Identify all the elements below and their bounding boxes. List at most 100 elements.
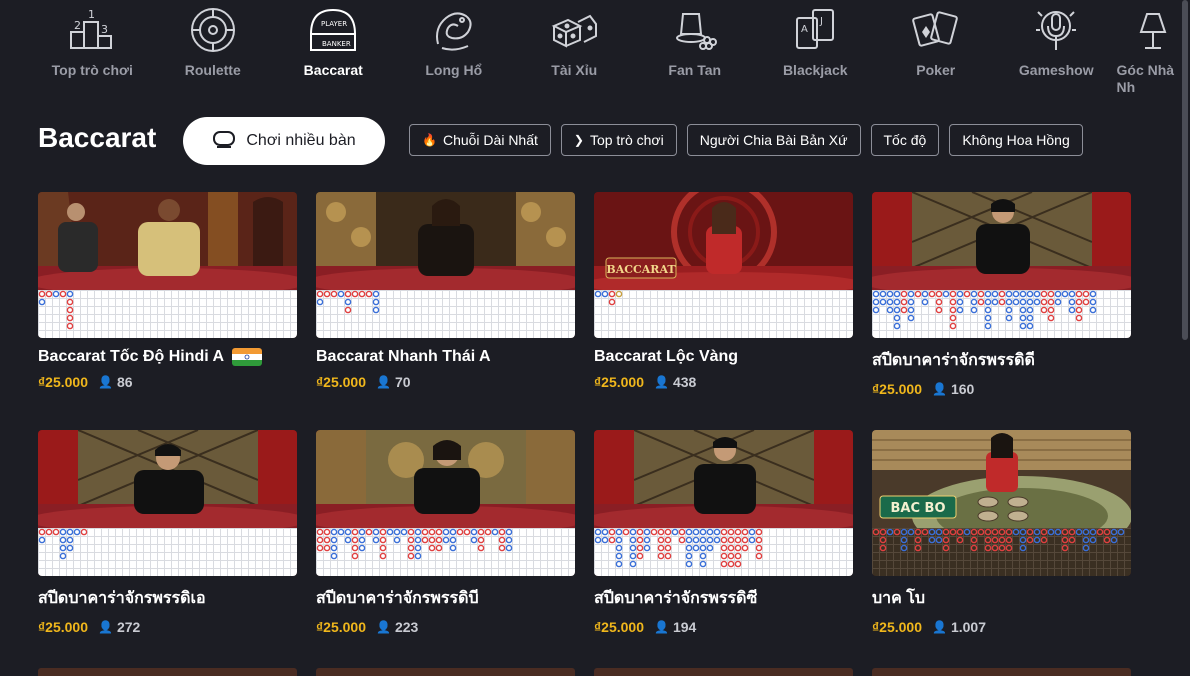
india-flag-icon — [232, 348, 263, 366]
game-thumbnail-partial[interactable] — [594, 668, 853, 676]
person-icon: 👤 — [932, 382, 947, 396]
game-title: Baccarat Tốc Độ Hindi A — [38, 348, 225, 365]
bead-mark — [316, 528, 324, 536]
bead-mark — [893, 298, 901, 306]
bead-mark — [330, 544, 338, 552]
bead-mark — [629, 544, 637, 552]
bead-mark — [316, 544, 324, 552]
game-card[interactable]: สปีดบาคาร่าจักรพรรดิเอ ₫25.000 👤 272 — [38, 430, 297, 668]
bead-mark — [872, 298, 880, 306]
filter-native-dealer[interactable]: Người Chia Bài Bản Xứ — [686, 124, 861, 156]
game-card[interactable]: สปีดบาคาร่าจักรพรรดิซี ₫25.000 👤 194 — [594, 430, 853, 668]
game-thumbnail — [316, 192, 575, 338]
bead-mark — [893, 528, 901, 536]
game-card[interactable]: Baccarat Nhanh Thái A ₫25.000 👤 70 — [316, 192, 575, 430]
nav-item-label: Top trò chơi — [51, 62, 133, 78]
bead-mark — [414, 544, 422, 552]
nav-item-label: Blackjack — [782, 62, 848, 78]
bead-mark — [879, 528, 887, 536]
bead-mark — [935, 536, 943, 544]
game-card[interactable]: สปีดบาคาร่าจักรพรรดิบี ₫25.000 👤 223 — [316, 430, 575, 668]
bead-mark — [393, 528, 401, 536]
nav-item-baccarat[interactable]: PLAYER BANKER Baccarat — [273, 0, 394, 78]
game-card[interactable]: BAC BO บาค โบ ₫25.000 👤 1.007 — [872, 430, 1131, 668]
player-count-value: 272 — [116, 619, 141, 635]
svg-text:2: 2 — [74, 19, 81, 32]
bead-mark — [1005, 528, 1013, 536]
bead-mark — [1061, 528, 1069, 536]
bead-mark — [893, 322, 901, 330]
bead-mark — [1019, 544, 1027, 552]
bead-mark — [914, 544, 922, 552]
bead-mark — [643, 528, 651, 536]
nav-item-gameshow[interactable]: Gameshow — [996, 0, 1117, 78]
bead-mark — [1033, 536, 1041, 544]
game-thumbnail-partial[interactable] — [316, 668, 575, 676]
bead-mark — [498, 536, 506, 544]
bead-mark — [664, 544, 672, 552]
bead-road-marks — [872, 528, 1125, 552]
page-scrollbar[interactable] — [1182, 0, 1188, 340]
bead-mark — [879, 544, 887, 552]
nav-item-dragon-tiger[interactable]: Long Hổ — [394, 0, 515, 78]
multi-table-button[interactable]: Chơi nhiều bàn — [183, 117, 385, 165]
nav-item-blackjack[interactable]: A J Blackjack — [755, 0, 876, 78]
bead-mark — [970, 306, 978, 314]
game-thumbnail — [38, 430, 297, 576]
bead-mark — [323, 528, 331, 536]
player-count-value: 70 — [394, 374, 411, 390]
nav-item-home-corner[interactable]: Góc Nhà Nh — [1117, 0, 1177, 96]
bead-mark — [1054, 290, 1062, 298]
bead-mark — [699, 528, 707, 536]
filter-no-commission[interactable]: Không Hoa Hồng — [949, 124, 1083, 156]
bead-mark — [1117, 528, 1125, 536]
filter-top-games[interactable]: ❯ Top trò chơi — [560, 124, 677, 156]
bead-mark — [316, 536, 324, 544]
bead-mark — [344, 536, 352, 544]
game-title: Baccarat Nhanh Thái A — [316, 348, 491, 365]
bead-mark — [879, 298, 887, 306]
filter-longest-streak[interactable]: 🔥 Chuỗi Dài Nhất — [409, 124, 551, 156]
svg-text:BACCARAT: BACCARAT — [606, 263, 676, 276]
nav-item-label: Gameshow — [1018, 62, 1094, 78]
game-title: สปีดบาคาร่าจักรพรรดิดี — [872, 352, 1035, 369]
bead-mark — [379, 552, 387, 560]
game-card[interactable]: สปีดบาคาร่าจักรพรรดิดี ₫25.000 👤 160 — [872, 192, 1131, 430]
bead-mark — [664, 536, 672, 544]
nav-item-sic-bo[interactable]: Tài Xỉu — [514, 0, 635, 78]
bead-road-marks — [594, 290, 623, 306]
game-card[interactable]: BACCARAT Baccarat Lộc Vàng ₫25.000 👤 438 — [594, 192, 853, 430]
nav-item-roulette[interactable]: Roulette — [153, 0, 274, 78]
bead-mark — [991, 536, 999, 544]
bead-mark — [991, 544, 999, 552]
bead-mark — [435, 536, 443, 544]
bead-mark — [421, 536, 429, 544]
bead-mark — [615, 528, 623, 536]
bead-mark — [720, 528, 728, 536]
bead-mark — [734, 528, 742, 536]
bead-mark — [414, 552, 422, 560]
bead-mark — [1068, 536, 1076, 544]
bead-mark — [1005, 544, 1013, 552]
game-card[interactable]: Baccarat Tốc Độ Hindi A ₫25.000 👤 86 — [38, 192, 297, 430]
bead-mark — [330, 536, 338, 544]
dealer-video — [38, 192, 297, 290]
nav-item-fan-tan[interactable]: Fan Tan — [635, 0, 756, 78]
nav-item-poker[interactable]: Poker — [876, 0, 997, 78]
dealer-video — [316, 192, 575, 290]
bead-mark — [720, 536, 728, 544]
game-thumbnail-partial[interactable] — [872, 668, 1131, 676]
nav-item-top-games[interactable]: 1 2 3 Top trò chơi — [32, 0, 153, 78]
game-meta: ₫25.000 👤 70 — [316, 374, 575, 390]
filter-speed[interactable]: Tốc độ — [870, 124, 940, 156]
bead-mark — [337, 528, 345, 536]
bead-mark — [477, 528, 485, 536]
bead-mark — [998, 290, 1006, 298]
game-thumbnail-partial[interactable] — [38, 668, 297, 676]
bead-mark — [900, 536, 908, 544]
bead-mark — [998, 536, 1006, 544]
bead-road — [594, 290, 853, 338]
dice-icon — [546, 2, 602, 58]
bead-mark — [998, 528, 1006, 536]
bead-mark — [1068, 528, 1076, 536]
